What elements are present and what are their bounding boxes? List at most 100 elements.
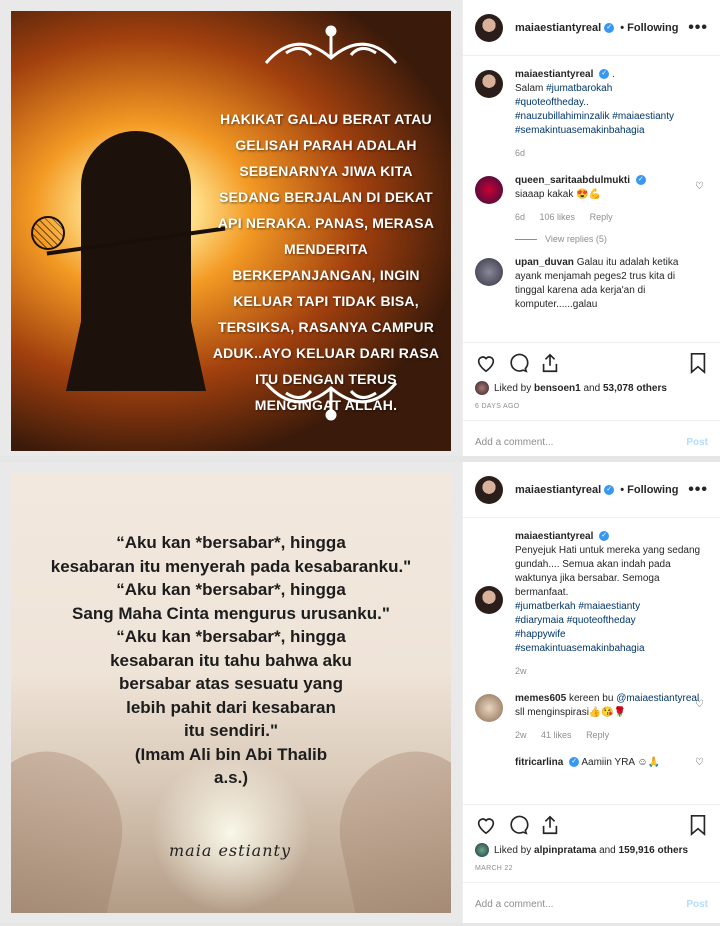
like-icon[interactable] <box>475 814 497 836</box>
comment-username[interactable]: fitricarlina <box>515 757 563 768</box>
like-comment-icon[interactable]: ♡ <box>695 180 704 194</box>
hashtag[interactable]: #quoteoftheday <box>567 615 636 626</box>
hashtag[interactable]: #jumatbarokah <box>546 83 612 94</box>
comment: fitricarlina ✓ Aamiin YRA ☺🙏 ♡ <box>475 756 704 770</box>
bookmark-icon[interactable] <box>688 352 708 374</box>
avatar[interactable] <box>475 70 503 98</box>
hashtag[interactable]: #happywife <box>515 629 566 640</box>
caption-text: Penyejuk Hati untuk mereka yang sedang g… <box>515 545 701 598</box>
comment-username[interactable]: memes605 <box>515 693 566 704</box>
view-replies-button[interactable]: View replies (5) <box>475 234 704 244</box>
comment-time[interactable]: 2w <box>515 730 527 740</box>
view-replies-label: View replies (5) <box>545 234 607 244</box>
caption-time[interactable]: 2w <box>515 666 527 676</box>
more-options-icon[interactable]: ••• <box>688 19 708 37</box>
avatar[interactable] <box>475 258 503 286</box>
liked-by-prefix: Liked by <box>494 844 532 856</box>
add-comment-input[interactable]: Add a comment... <box>475 899 553 910</box>
comment-icon[interactable] <box>507 352 529 374</box>
hashtag[interactable]: #maiaestianty <box>612 111 674 122</box>
reply-button[interactable]: Reply <box>586 730 609 740</box>
add-comment-input[interactable]: Add a comment... <box>475 437 553 448</box>
comments-list[interactable]: maiaestiantyreal ✓ . Salam #jumatbarokah… <box>463 56 720 342</box>
liked-by-user[interactable]: alpinpratama <box>534 845 596 856</box>
comment-username[interactable]: queen_saritaabdulmukti <box>515 175 630 186</box>
likes-summary[interactable]: Liked by alpinpratama and 159,916 others <box>475 843 708 857</box>
more-options-icon[interactable]: ••• <box>688 481 708 499</box>
quote-line: (Imam Ali bin Abi Thalib <box>134 744 328 764</box>
post-actions: Liked by alpinpratama and 159,916 others… <box>463 804 720 882</box>
add-comment-bar[interactable]: Add a comment... Post <box>463 882 720 926</box>
hashtag[interactable]: #nauzubillahiminzalik <box>515 111 610 122</box>
header-username[interactable]: maiaestiantyreal <box>515 484 601 496</box>
avatar[interactable] <box>475 694 503 722</box>
comment-icon[interactable] <box>507 814 529 836</box>
quote-line: kesabaran itu menyerah pada kesabaranku.… <box>50 556 412 576</box>
liked-by-count[interactable]: 159,916 others <box>619 845 689 856</box>
caption-username[interactable]: maiaestiantyreal <box>515 531 593 542</box>
verified-icon: ✓ <box>569 757 580 768</box>
post-image[interactable]: “Aku kan *bersabar*, hingga kesabaran it… <box>11 473 451 913</box>
hashtag[interactable]: #quoteoftheday.. <box>515 97 589 108</box>
post-date[interactable]: 6 DAYS AGO <box>475 403 708 410</box>
following-button[interactable]: • Following <box>620 484 678 496</box>
likes-summary[interactable]: Liked by bensoen1 and 53,078 others <box>475 381 708 395</box>
verified-icon: ✓ <box>604 484 615 495</box>
fire-background: Hakikat galau berat atau gelisah parah a… <box>11 11 451 451</box>
caption-username[interactable]: maiaestiantyreal <box>515 69 593 80</box>
quote-line: kesabaran itu tahu bahwa aku <box>110 650 352 670</box>
quote-line: “Aku kan *bersabar*, hingga <box>116 533 346 552</box>
caption: maiaestiantyreal ✓ . Salam #jumatbarokah… <box>475 68 704 160</box>
post-sidebar: maiaestiantyreal ✓ • Following ••• maiae… <box>462 0 720 462</box>
sky-background: “Aku kan *bersabar*, hingga kesabaran it… <box>11 473 451 913</box>
avatar[interactable] <box>475 586 503 614</box>
post-date[interactable]: MARCH 22 <box>475 865 708 872</box>
post-comment-button[interactable]: Post <box>686 437 708 448</box>
comment-username[interactable]: upan_duvan <box>515 257 574 268</box>
post-1: Hakikat galau berat atau gelisah parah a… <box>0 0 720 462</box>
mention-link[interactable]: @maiaestiantyreal <box>616 693 699 704</box>
avatar <box>475 381 489 395</box>
quote-line: lebih pahit dari kesabaran <box>126 697 336 717</box>
comments-list[interactable]: maiaestiantyreal ✓ Penyejuk Hati untuk m… <box>463 518 720 804</box>
avatar[interactable] <box>475 13 503 42</box>
reply-button[interactable]: Reply <box>590 212 613 222</box>
hashtag[interactable]: #semakintuasemakinbahagia <box>515 125 645 136</box>
hashtag[interactable]: #jumatberkah <box>515 601 576 612</box>
comment: queen_saritaabdulmukti ✓ siaaap kakak 😍💪… <box>475 174 704 224</box>
following-label: Following <box>627 483 679 496</box>
caption: maiaestiantyreal ✓ Penyejuk Hati untuk m… <box>475 530 704 678</box>
hashtag[interactable]: #semakintuasemakinbahagia <box>515 643 645 654</box>
liked-by-user[interactable]: bensoen1 <box>534 383 581 394</box>
share-icon[interactable] <box>539 814 561 836</box>
comment-meta: 2w 41 likes Reply <box>515 728 704 742</box>
quote-line: itu sendiri." <box>183 721 278 740</box>
comment-meta: 6d 106 likes Reply <box>515 210 704 224</box>
like-comment-icon[interactable]: ♡ <box>695 756 704 770</box>
verified-icon: ✓ <box>599 531 610 542</box>
avatar[interactable] <box>475 475 503 504</box>
avatar[interactable] <box>475 176 503 204</box>
comment-likes[interactable]: 41 likes <box>541 730 572 740</box>
following-button[interactable]: • Following <box>620 22 678 34</box>
hashtag[interactable]: #diarymaia <box>515 615 564 626</box>
quote-line: Sang Maha Cinta mengurus urusanku." <box>72 603 390 623</box>
comment-text: sll menginspirasi👍😘🌹 <box>515 707 627 718</box>
bookmark-icon[interactable] <box>688 814 708 836</box>
like-comment-icon[interactable]: ♡ <box>695 698 704 712</box>
liked-by-count[interactable]: 53,078 others <box>603 383 667 394</box>
post-comment-button[interactable]: Post <box>686 899 708 910</box>
like-icon[interactable] <box>475 352 497 374</box>
caption-time[interactable]: 6d <box>515 148 525 158</box>
caption-meta: 6d <box>515 146 704 160</box>
verified-icon: ✓ <box>635 175 646 186</box>
hashtag[interactable]: #maiaestianty <box>578 601 640 612</box>
header-username[interactable]: maiaestiantyreal <box>515 22 601 34</box>
divider <box>515 238 537 240</box>
comment-time[interactable]: 6d <box>515 212 525 222</box>
post-image[interactable]: Hakikat galau berat atau gelisah parah a… <box>11 11 451 451</box>
liked-by-prefix: Liked by <box>494 382 532 394</box>
share-icon[interactable] <box>539 352 561 374</box>
comment: memes605 kereen bu @maiaestiantyreal sll… <box>475 692 704 742</box>
comment-likes[interactable]: 106 likes <box>540 212 576 222</box>
